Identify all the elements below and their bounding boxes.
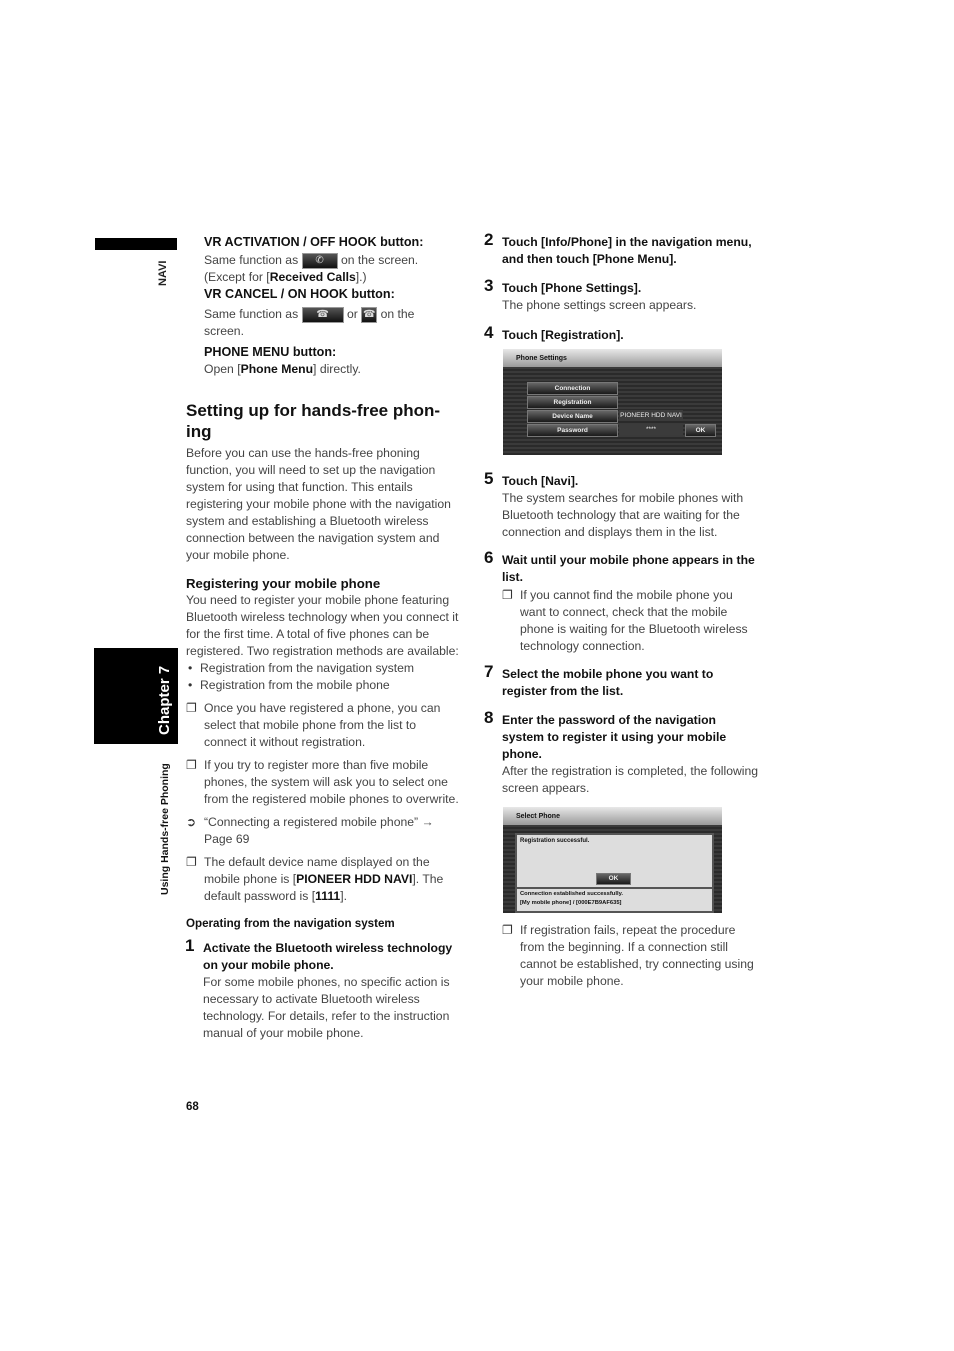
button-descriptions: VR ACTIVATION / OFF HOOK button: Same fu… xyxy=(204,234,464,378)
sidebar-navi-label: NAVI xyxy=(157,260,169,286)
bullet-item: • Registration from the mobile phone xyxy=(188,678,390,692)
vr-activation-except: (Except for [Received Calls].) xyxy=(204,270,367,284)
vr-cancel-label: VR CANCEL / ON HOOK button: xyxy=(204,287,395,301)
note-checkbox-icon: ❐ xyxy=(502,588,513,602)
note-item: ❐ Once you have registered a phone, you c… xyxy=(186,701,441,749)
bullet-item: • Registration from the navigation system xyxy=(188,661,415,675)
registration-dialog: Registration successful. OK xyxy=(515,833,714,890)
note-item: ❐ If you cannot find the mobile phone you… xyxy=(502,588,748,653)
phone-menu-label: PHONE MENU button: xyxy=(204,345,337,359)
right-column: 2 Touch [Info/Phone] in the navigation m… xyxy=(484,230,760,344)
note-checkbox-icon: ❐ xyxy=(502,923,513,937)
step-3: 3 Touch [Phone Settings]. The phone sett… xyxy=(484,276,697,312)
reference-arrow-icon: ➲ xyxy=(186,815,197,829)
note-checkbox-icon: ❐ xyxy=(186,701,197,715)
operating-heading: Operating from the navigation system xyxy=(186,917,395,930)
note-item: ❐ If you try to register more than five m… xyxy=(186,758,459,806)
device-name-button[interactable]: Device Name xyxy=(527,410,618,423)
phone-on-hook-small-icon: ☎ xyxy=(361,306,378,323)
step-5: 5 Touch [Navi]. The system searches for … xyxy=(484,469,744,539)
dialog-ok-button[interactable]: OK xyxy=(596,873,631,885)
screen-title: Select Phone xyxy=(503,807,722,825)
vr-cancel-desc: Same function as ☎ or ☎ on the xyxy=(204,306,415,323)
step-1: 1 Activate the Bluetooth wireless techno… xyxy=(185,936,453,1040)
phone-menu-desc: Open [Phone Menu] directly. xyxy=(204,362,361,376)
intro-paragraph: Before you can use the hands-free phonin… xyxy=(186,446,451,562)
note-item: ❐ If registration fails, repeat the proce… xyxy=(502,923,754,988)
sidebar-top-bar xyxy=(95,238,177,250)
step-2: 2 Touch [Info/Phone] in the navigation m… xyxy=(484,230,752,266)
phone-settings-screenshot: Phone Settings Connection Registration D… xyxy=(503,349,722,455)
password-value: **** xyxy=(619,424,683,435)
page-number: 68 xyxy=(186,1101,199,1113)
ok-button[interactable]: OK xyxy=(685,424,716,437)
final-note-area: ❐ If registration fails, repeat the proce… xyxy=(502,922,760,990)
left-column: Setting up for hands-free phon- ing Befo… xyxy=(185,400,462,1042)
password-button[interactable]: Password xyxy=(527,424,618,437)
note-checkbox-icon: ❐ xyxy=(186,855,197,869)
connection-status: Connection established successfully. [My… xyxy=(515,887,714,913)
section-heading: Setting up for hands-free phon- ing xyxy=(186,401,441,441)
note-item: ❐ The default device name displayed on th… xyxy=(186,855,444,903)
right-column-middle: 5 Touch [Navi]. The system searches for … xyxy=(484,469,760,797)
screen-title: Phone Settings xyxy=(503,349,722,367)
step-8: 8 Enter the password of the navigation s… xyxy=(484,708,759,795)
vr-activation-desc: Same function as ✆ on the screen. xyxy=(204,252,419,269)
page-reference[interactable]: ➲ “Connecting a registered mobile phone” … xyxy=(186,814,462,848)
step-4: 4 Touch [Registration]. xyxy=(484,323,624,342)
registration-button[interactable]: Registration xyxy=(527,396,618,409)
dialog-message: Registration successful. xyxy=(520,838,590,844)
phone-off-hook-icon: ✆ xyxy=(301,252,338,269)
note-checkbox-icon: ❐ xyxy=(186,758,197,772)
step-6: 6 Wait until your mobile phone appears i… xyxy=(484,549,760,655)
step-7: 7 Select the mobile phone you want to re… xyxy=(484,662,714,698)
registering-heading: Registering your mobile phone xyxy=(186,576,381,591)
select-phone-screenshot: Select Phone Registration successful. OK… xyxy=(503,807,722,913)
connection-button[interactable]: Connection xyxy=(527,382,618,395)
device-name-value: PIONEER HDD NAVI xyxy=(619,410,683,421)
registering-text: You need to register your mobile phone f… xyxy=(186,593,459,658)
phone-on-hook-icon: ☎ xyxy=(301,306,344,323)
vr-activation-label: VR ACTIVATION / OFF HOOK button: xyxy=(204,235,424,249)
